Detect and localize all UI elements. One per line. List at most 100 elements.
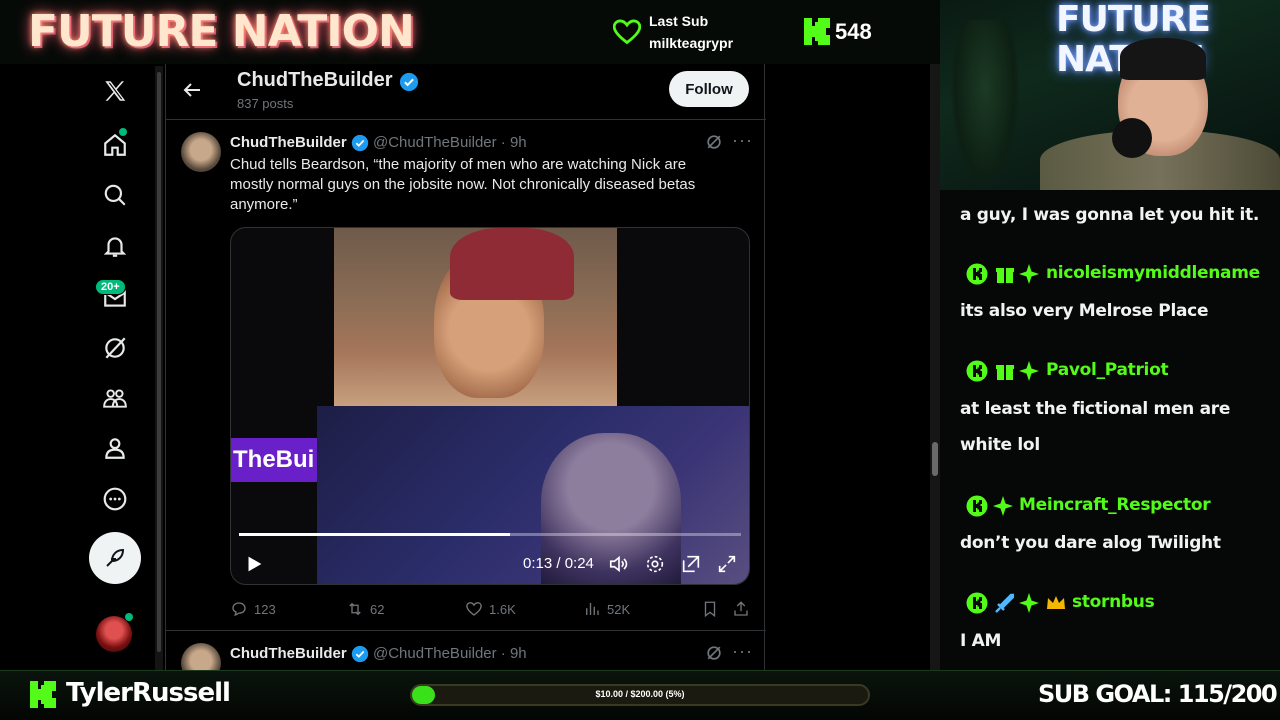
more-circle-icon[interactable] — [100, 484, 130, 514]
account-status-dot — [125, 613, 133, 621]
sub-goal: SUB GOAL: 115/200 — [1038, 680, 1278, 708]
play-icon[interactable] — [243, 553, 265, 575]
more-options-icon[interactable]: ··· — [732, 641, 753, 662]
x-browser-panel: 20+ ChudTheBuilder 837 posts Follow Chud… — [0, 64, 940, 670]
grok-icon[interactable] — [704, 132, 724, 152]
sword-badge-icon — [995, 593, 1014, 613]
view-count: 52K — [607, 601, 631, 617]
gift-badge-icon — [996, 268, 1014, 283]
repost-action[interactable]: 62 — [346, 599, 384, 619]
tweet-divider — [166, 630, 766, 631]
repost-icon — [349, 602, 361, 616]
follower-count: 548 — [835, 19, 872, 44]
verified-badge-icon — [399, 72, 419, 92]
tweet-author-name[interactable]: ChudTheBuilder — [230, 134, 347, 151]
video-progress-fill — [239, 533, 510, 536]
notifications-bell-icon[interactable] — [100, 231, 130, 261]
verified-badge-icon — [351, 134, 369, 152]
picture-in-picture-icon[interactable] — [680, 553, 702, 575]
back-arrow-icon[interactable] — [180, 78, 204, 102]
like-heart-icon — [466, 602, 482, 616]
sparkle-badge-icon — [1019, 593, 1039, 613]
kick-badge-icon — [966, 592, 988, 614]
bookmark-icon — [704, 601, 716, 618]
chat-message-text: a guy, I was gonna let you hit it. — [960, 205, 1260, 225]
like-count: 1.6K — [489, 601, 516, 617]
verified-badge-icon — [351, 645, 369, 663]
stream-chat: a guy, I was gonna let you hit it. nicol… — [940, 190, 1280, 670]
profile-name: ChudTheBuilder — [237, 69, 393, 91]
like-action[interactable]: 1.6K — [465, 599, 516, 619]
gift-badge-icon — [996, 365, 1014, 380]
tweet-handle-time[interactable]: @ChudTheBuilder · 9h — [373, 645, 527, 662]
donation-goal-text: $10.00 / $200.00 (5%) — [595, 689, 685, 699]
share-action[interactable] — [732, 599, 750, 619]
webcam-microphone — [1112, 118, 1152, 158]
kick-badge-icon — [966, 360, 988, 382]
tweet-handle-time[interactable]: @ChudTheBuilder · 9h — [373, 134, 527, 151]
video-beanie — [450, 228, 574, 300]
profile-header: ChudTheBuilder 837 posts Follow — [166, 64, 766, 120]
messages-badge: 20+ — [95, 279, 126, 295]
compose-post-button[interactable] — [89, 532, 141, 584]
tweet-text: Chud tells Beardson, “the majority of me… — [230, 156, 696, 213]
chat-username[interactable]: stornbus — [1072, 592, 1155, 612]
settings-gear-icon[interactable] — [644, 553, 666, 575]
tweet-author-avatar[interactable] — [181, 132, 221, 172]
account-avatar[interactable] — [96, 616, 132, 652]
follow-button[interactable]: Follow — [669, 71, 749, 107]
sparkle-badge-icon — [993, 496, 1013, 516]
chat-message-text: I AM — [960, 631, 1002, 651]
views-action[interactable]: 52K — [583, 599, 630, 619]
chat-message-text-line2: white lol — [960, 435, 1040, 455]
side-nav: 20+ — [0, 64, 160, 670]
webcam-plant — [950, 20, 1020, 190]
streamer-name: TylerRussell — [66, 678, 231, 708]
bookmark-action[interactable] — [701, 599, 719, 619]
more-options-icon[interactable]: ··· — [732, 130, 753, 151]
home-notification-dot — [119, 128, 127, 136]
page-scrollbar-thumb[interactable] — [932, 442, 938, 476]
chat-username[interactable]: nicoleismymiddlename — [1046, 263, 1260, 283]
post-count: 837 posts — [237, 96, 294, 111]
video-overlay-label: TheBui — [231, 438, 317, 482]
crown-badge-icon — [1047, 596, 1065, 609]
video-frame-top — [334, 228, 617, 406]
left-scrollbar-thumb[interactable] — [157, 72, 161, 652]
tweet-author-avatar[interactable] — [181, 643, 221, 670]
video-time: 0:13 / 0:24 — [523, 555, 594, 572]
reply-count: 123 — [254, 601, 276, 617]
reply-icon — [232, 602, 246, 617]
kick-badge-icon — [966, 495, 988, 517]
chat-message-text: at least the fictional men are — [960, 399, 1231, 419]
sparkle-badge-icon — [1019, 361, 1039, 381]
chat-message-text: its also very Melrose Place — [960, 301, 1209, 321]
chat-message-text: don’t you dare alog Twilight — [960, 533, 1221, 553]
kick-logo-icon — [804, 18, 830, 45]
profile-icon[interactable] — [100, 433, 130, 463]
last-sub-title: Last Sub — [649, 13, 709, 29]
views-chart-icon — [586, 603, 599, 615]
brand-logo: FUTURE NATION — [28, 6, 415, 57]
chat-username[interactable]: Meincraft_Respector — [1019, 495, 1211, 515]
profile-timeline: ChudTheBuilder 837 posts Follow ChudTheB… — [165, 64, 766, 670]
reply-action[interactable]: 123 — [230, 599, 276, 619]
grok-icon[interactable] — [704, 643, 724, 663]
search-icon[interactable] — [100, 180, 130, 210]
feather-icon — [106, 548, 125, 567]
kick-badge-icon — [966, 263, 988, 285]
x-logo-icon[interactable] — [100, 76, 130, 106]
webcam-streamer-cap — [1120, 38, 1206, 80]
fullscreen-icon[interactable] — [716, 553, 738, 575]
repost-count: 62 — [370, 601, 385, 617]
share-icon — [734, 601, 748, 616]
page-scrollbar[interactable] — [930, 64, 940, 670]
tweet-video[interactable]: TheBui 0:13 / 0:24 — [230, 227, 750, 585]
chat-username[interactable]: Pavol_Patriot — [1046, 360, 1169, 380]
volume-icon[interactable] — [608, 553, 630, 575]
grok-icon[interactable] — [100, 333, 130, 363]
communities-icon[interactable] — [100, 383, 130, 413]
kick-logo-icon — [30, 681, 56, 708]
tweet-author-name[interactable]: ChudTheBuilder — [230, 645, 347, 662]
heart-icon — [613, 19, 641, 45]
